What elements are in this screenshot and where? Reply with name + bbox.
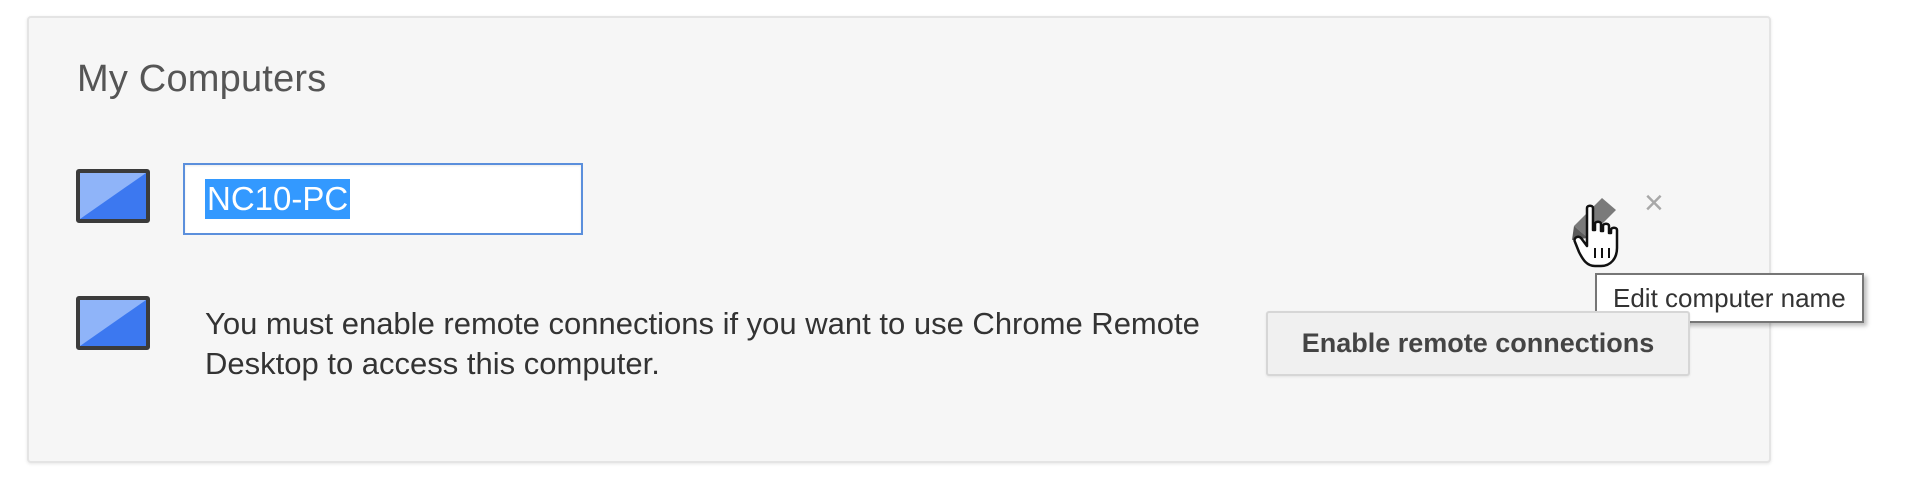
computer-name-input[interactable]: NC10-PC: [183, 163, 583, 235]
close-icon[interactable]: ×: [1644, 186, 1664, 220]
computer-icon: [76, 296, 150, 350]
enable-remote-message: You must enable remote connections if yo…: [205, 306, 1200, 381]
hand-cursor-icon: [1573, 204, 1619, 268]
section-title: My Computers: [77, 58, 327, 100]
enable-remote-connections-button[interactable]: Enable remote connections: [1266, 311, 1690, 376]
computer-icon: [76, 169, 150, 223]
computer-name-value: NC10-PC: [205, 179, 351, 219]
